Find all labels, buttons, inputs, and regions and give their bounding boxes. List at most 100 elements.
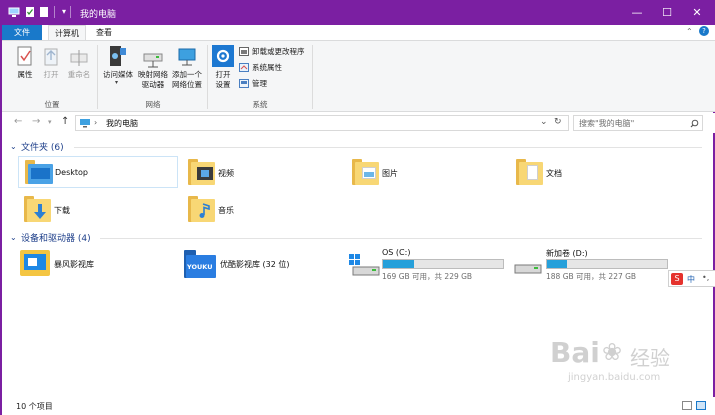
qa-dropdown-icon[interactable]: ▾	[62, 7, 66, 16]
watermark-brand: Bai	[550, 336, 600, 369]
open-button[interactable]: 打开	[39, 70, 63, 80]
folder-item-desktop[interactable]: Desktop	[18, 156, 178, 188]
devices-section-header[interactable]: 设备和驱动器 (4)	[21, 231, 91, 244]
breadcrumb-path[interactable]: 我的电脑	[106, 118, 138, 129]
drive-item-d[interactable]: 新加卷 (D:) 188 GB 可用，共 227 GB	[512, 247, 672, 281]
collapse-folders-icon[interactable]: ⌄	[10, 142, 17, 151]
section-divider	[100, 238, 702, 239]
section-divider	[74, 147, 702, 148]
add-network-location-icon	[178, 48, 196, 66]
manage-icon	[239, 79, 249, 88]
open-settings-label-line2: 设置	[215, 80, 231, 89]
drive-free-space: 188 GB 可用，共 227 GB	[546, 272, 637, 281]
ime-toolbar[interactable]: S 中 •,	[668, 270, 715, 287]
watermark-url: jingyan.baidu.com	[568, 372, 661, 383]
desktop-folder-icon	[25, 160, 53, 184]
drive-label: 新加卷 (D:)	[546, 249, 588, 258]
map-drive-button[interactable]: 映射网络 驱动器	[136, 70, 170, 90]
windows-drive-icon	[348, 253, 380, 279]
search-icon[interactable]	[690, 119, 699, 128]
add-location-label-line2: 网络位置	[172, 80, 202, 89]
properties-quick-icon[interactable]	[24, 6, 36, 18]
back-arrow-icon[interactable]: ←	[14, 116, 22, 127]
folder-label: 下载	[54, 206, 70, 215]
explorer-window: ▾ 我的电脑 — ☐ ✕ 文件 计算机 查看 ⌃ ? 属性 打开 重命名 位置 …	[0, 0, 715, 415]
address-row: ← → ▾ ↑ › 我的电脑 ⌄ ↻ 搜索"我的电脑"	[2, 113, 715, 133]
up-arrow-icon[interactable]: ↑	[61, 116, 69, 127]
device-label: 暴风影视库	[54, 260, 94, 269]
properties-icon	[17, 46, 32, 66]
collapse-ribbon-icon[interactable]: ⌃	[686, 27, 693, 36]
drive-usage-bar	[546, 259, 668, 269]
downloads-folder-icon	[24, 196, 52, 222]
ribbon: 属性 打开 重命名 位置 访问媒体 ▾ 映射网络 驱动器 添加一个 网络位置 网…	[2, 40, 715, 112]
title-separator	[70, 6, 71, 18]
youku-library-icon: YOUKU	[184, 250, 216, 278]
breadcrumb-chevron-icon[interactable]: ›	[94, 118, 97, 127]
folder-label: 图片	[382, 169, 398, 178]
video-folder-icon	[188, 159, 216, 185]
window-title: 我的电脑	[80, 10, 117, 20]
large-icons-view-icon[interactable]	[696, 401, 706, 410]
manage-button[interactable]: 管理	[252, 78, 267, 89]
ribbon-separator	[312, 45, 313, 109]
recent-chevron-icon[interactable]: ▾	[48, 118, 52, 126]
open-settings-button[interactable]: 打开 设置	[209, 70, 237, 90]
folder-label: Desktop	[55, 168, 88, 177]
ime-language[interactable]: 中	[687, 274, 695, 285]
collapse-devices-icon[interactable]: ⌄	[10, 233, 17, 242]
forward-arrow-icon[interactable]: →	[32, 116, 40, 127]
tab-view[interactable]: 查看	[90, 25, 118, 40]
watermark-brand-tail: 经验	[630, 346, 670, 370]
folder-item-documents[interactable]: 文档	[516, 156, 656, 188]
open-icon	[44, 48, 58, 66]
status-bar: 10 个项目	[2, 397, 715, 415]
drive-label: OS (C:)	[382, 248, 411, 257]
sogou-logo-icon: S	[671, 273, 683, 285]
open-settings-label-line1: 打开	[215, 70, 231, 79]
computer-icon	[8, 7, 20, 17]
tab-computer[interactable]: 计算机	[48, 25, 86, 40]
address-bar[interactable]: › 我的电脑 ⌄ ↻	[75, 115, 569, 131]
youku-logo-text: YOUKU	[187, 263, 213, 271]
system-properties-button[interactable]: 系统属性	[252, 62, 282, 73]
folder-label: 音乐	[218, 206, 234, 215]
ribbon-separator	[97, 45, 98, 109]
drive-free-space: 169 GB 可用，共 229 GB	[382, 272, 473, 281]
add-location-label-line1: 添加一个	[172, 70, 202, 79]
drive-usage-fill	[547, 260, 567, 268]
rename-icon	[70, 50, 88, 66]
ribbon-separator	[207, 45, 208, 109]
group-label-location: 位置	[44, 100, 60, 109]
settings-gear-icon	[212, 45, 234, 67]
group-label-network: 网络	[145, 100, 161, 109]
ime-punctuation-icon[interactable]: •,	[702, 273, 709, 282]
help-icon[interactable]: ?	[699, 26, 709, 36]
minimize-button[interactable]: —	[622, 0, 652, 25]
tab-file[interactable]: 文件	[2, 25, 42, 40]
device-item-baofeng[interactable]: 暴风影视库	[18, 248, 178, 282]
search-box[interactable]: 搜索"我的电脑"	[573, 115, 703, 131]
add-network-location-button[interactable]: 添加一个 网络位置	[169, 70, 205, 90]
folder-item-video[interactable]: 视频	[188, 156, 328, 188]
rename-button[interactable]: 重命名	[65, 70, 93, 80]
folder-item-music[interactable]: 音乐	[188, 193, 328, 225]
refresh-icon[interactable]: ↻	[554, 117, 562, 127]
uninstall-button[interactable]: 卸载或更改程序	[252, 46, 305, 57]
drive-item-c[interactable]: OS (C:) 169 GB 可用，共 229 GB	[348, 247, 508, 281]
new-folder-quick-icon[interactable]	[38, 6, 50, 18]
pictures-folder-icon	[352, 159, 380, 185]
details-view-icon[interactable]	[682, 401, 692, 410]
device-item-youku[interactable]: YOUKU 优酷影视库 (32 位)	[184, 248, 344, 282]
close-button[interactable]: ✕	[682, 0, 712, 25]
drive-icon	[512, 257, 544, 277]
folder-label: 视频	[218, 169, 234, 178]
address-dropdown-icon[interactable]: ⌄	[540, 117, 548, 127]
maximize-button[interactable]: ☐	[652, 0, 682, 25]
folder-item-pictures[interactable]: 图片	[352, 156, 492, 188]
search-placeholder: 搜索"我的电脑"	[579, 119, 635, 128]
folder-item-downloads[interactable]: 下载	[24, 193, 164, 225]
folders-section-header[interactable]: 文件夹 (6)	[21, 140, 64, 153]
title-bar: ▾ 我的电脑 — ☐ ✕	[2, 0, 715, 25]
properties-button[interactable]: 属性	[12, 70, 38, 80]
